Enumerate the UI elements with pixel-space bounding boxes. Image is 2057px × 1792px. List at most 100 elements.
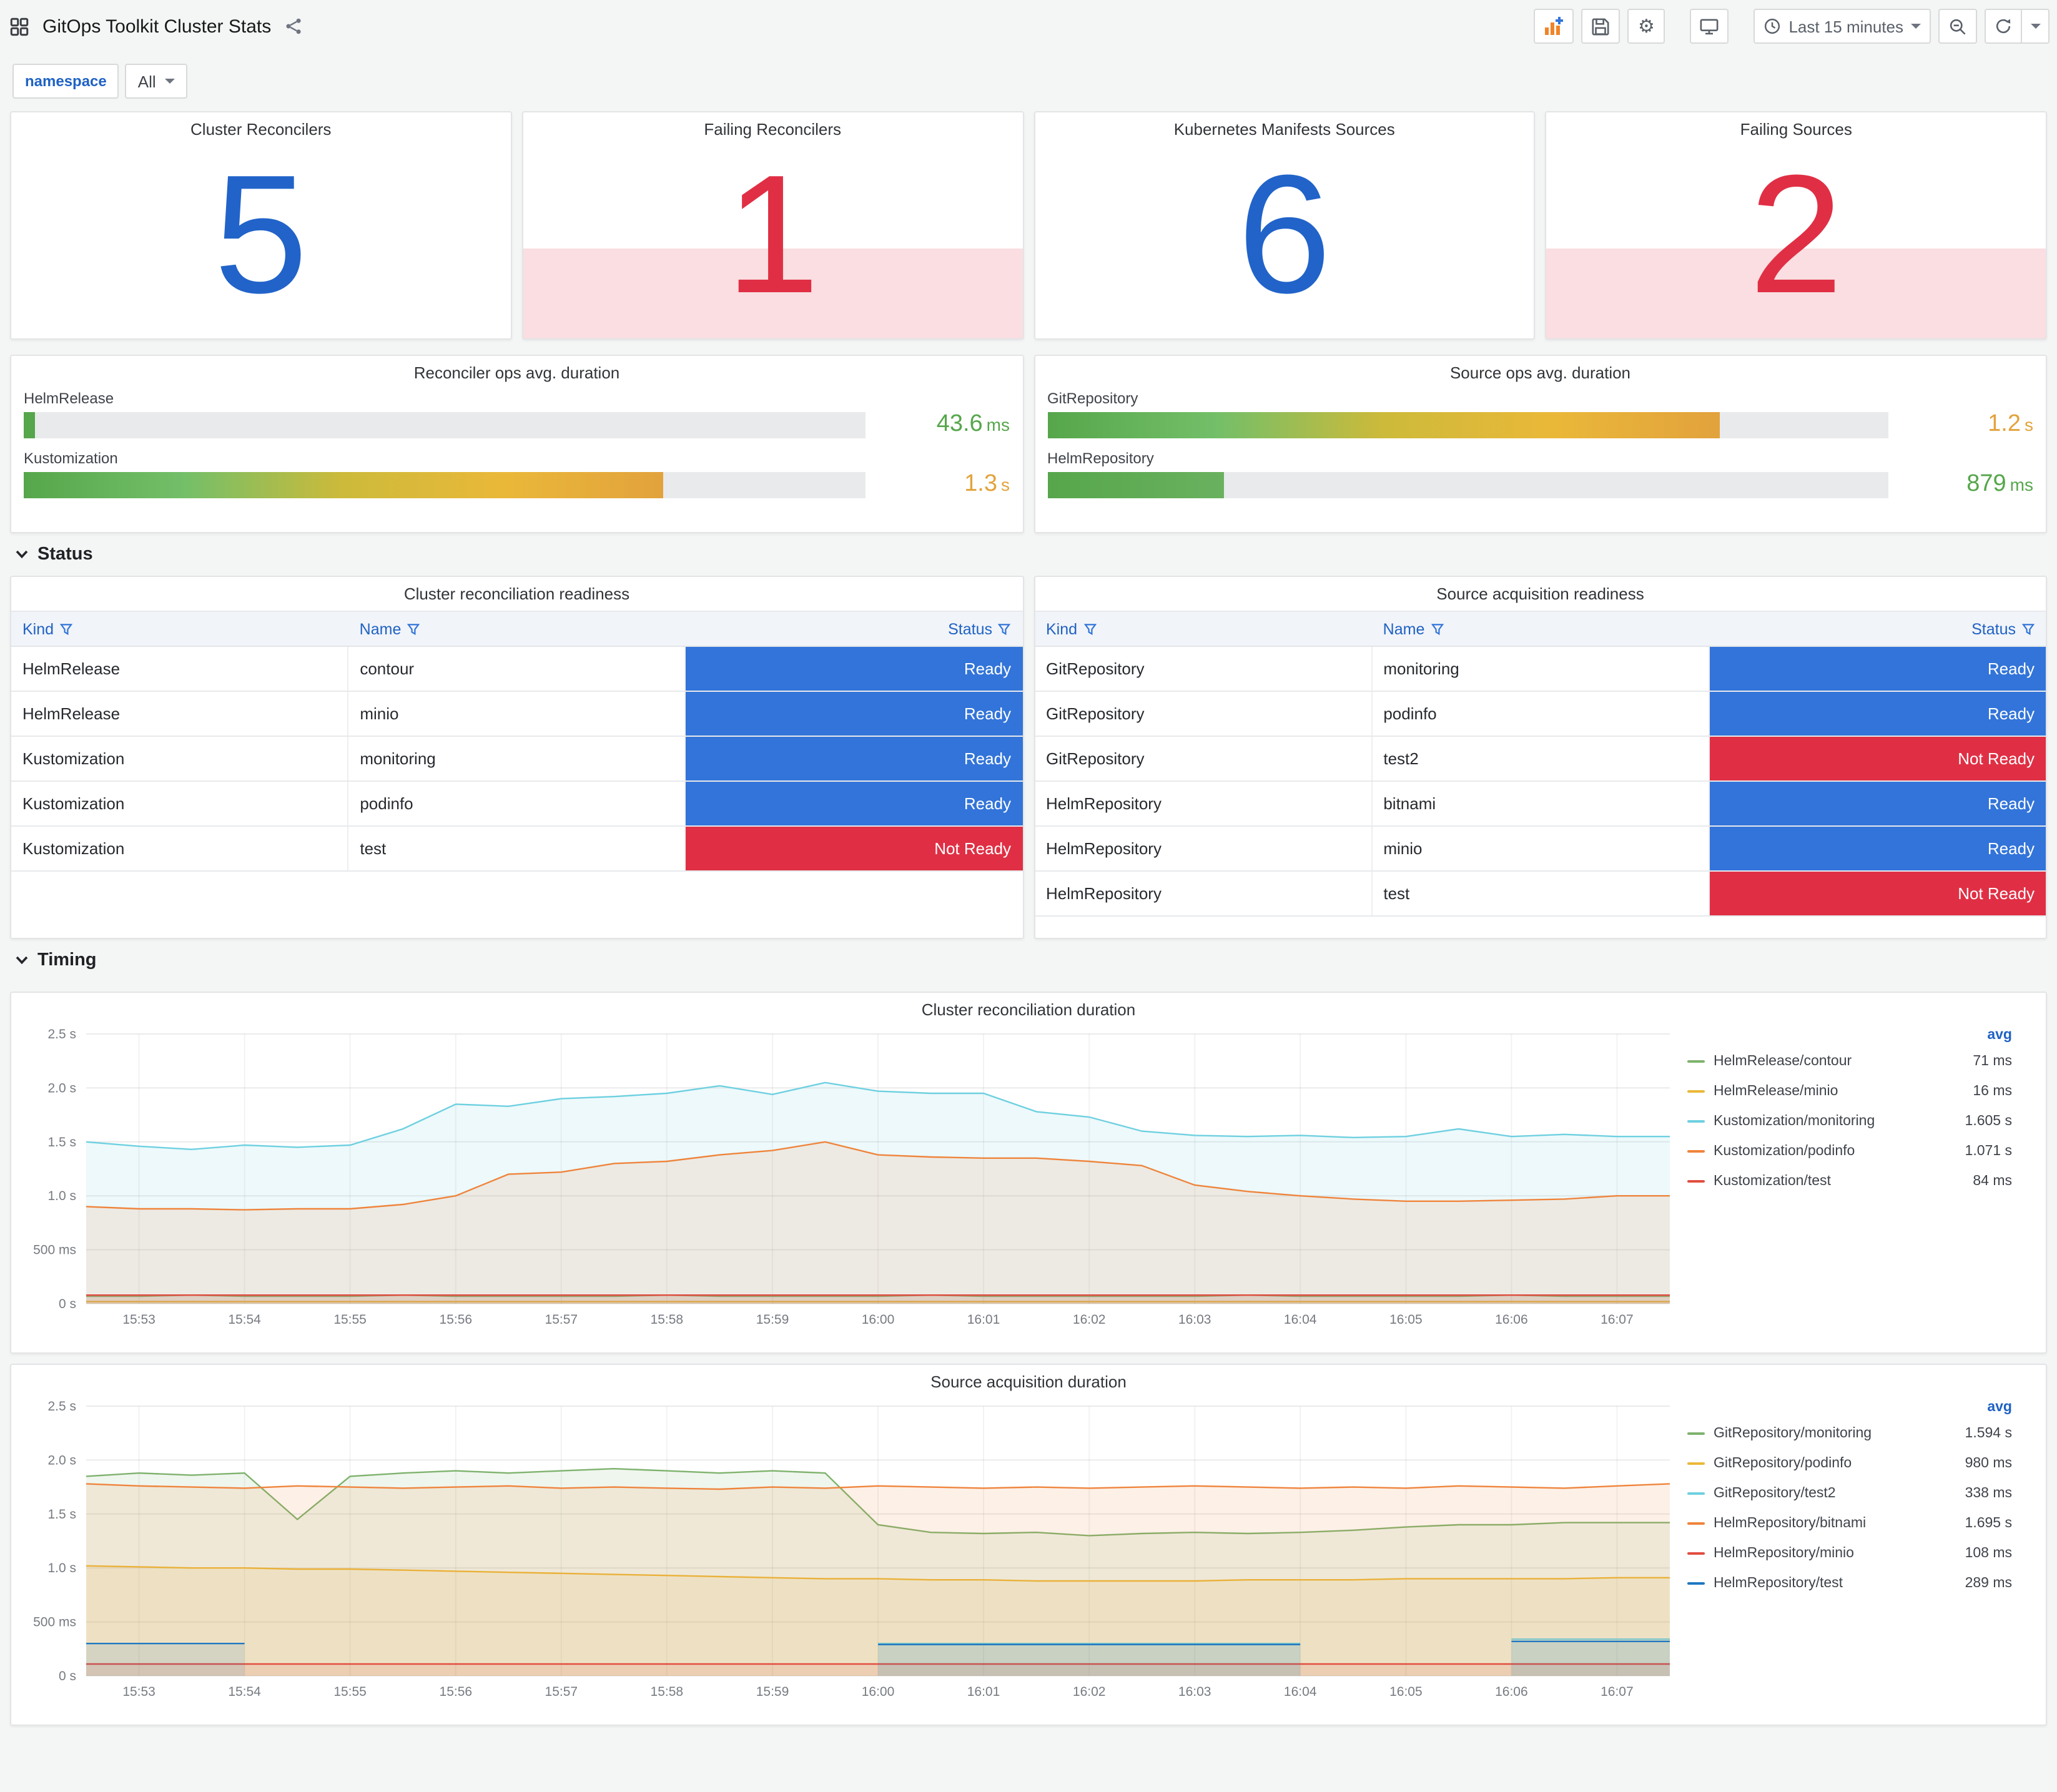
legend-item[interactable]: HelmRepository/minio 108 ms xyxy=(1687,1538,2015,1568)
column-header-name[interactable]: Name xyxy=(1372,620,1709,638)
legend-item[interactable]: GitRepository/podinfo 980 ms xyxy=(1687,1449,2015,1479)
filter-icon[interactable] xyxy=(998,623,1011,635)
status-cell: Ready xyxy=(1709,827,2046,870)
svg-text:1.0 s: 1.0 s xyxy=(47,1561,76,1575)
svg-text:500 ms: 500 ms xyxy=(33,1615,76,1630)
gauge-panel: Source ops avg. duration GitRepository 1… xyxy=(1033,355,2047,533)
series-avg-value: 1.605 s xyxy=(1965,1114,2012,1129)
zoom-out-icon xyxy=(1950,18,1966,34)
status-cell: Not Ready xyxy=(1709,737,2046,780)
row-toggle-status[interactable]: Status xyxy=(10,533,2047,576)
time-range-label: Last 15 minutes xyxy=(1788,17,1903,36)
legend-avg-header[interactable]: avg xyxy=(1687,1024,2015,1046)
share-icon[interactable] xyxy=(282,15,305,37)
legend-item[interactable]: Kustomization/podinfo 1.071 s xyxy=(1687,1136,2015,1166)
chevron-down-icon xyxy=(16,956,28,965)
cell-kind: GitRepository xyxy=(1035,692,1373,736)
series-name: HelmRelease/minio xyxy=(1714,1084,1838,1099)
svg-text:15:59: 15:59 xyxy=(756,1685,789,1699)
series-name: HelmRepository/bitnami xyxy=(1714,1516,1867,1531)
series-color-dash xyxy=(1687,1462,1705,1465)
charts-column: Cluster reconciliation duration 0 s 500 m… xyxy=(10,992,2047,1726)
svg-text:2.0 s: 2.0 s xyxy=(47,1453,76,1467)
gauge-fill xyxy=(24,411,36,438)
filter-icon[interactable] xyxy=(407,623,420,635)
series-color-dash xyxy=(1687,1432,1705,1435)
legend-item[interactable]: HelmRelease/contour 71 ms xyxy=(1687,1046,2015,1076)
series-name: HelmRelease/contour xyxy=(1714,1054,1852,1069)
status-cell: Ready xyxy=(1709,647,2046,691)
svg-text:15:56: 15:56 xyxy=(440,1685,473,1699)
tables-row: Cluster reconciliation readiness Kind Na… xyxy=(10,576,2047,939)
legend-item[interactable]: Kustomization/monitoring 1.605 s xyxy=(1687,1106,2015,1136)
gauge-panel-title[interactable]: Source ops avg. duration xyxy=(1035,356,2046,385)
stats-row: Cluster Reconcilers 5 Failing Reconciler… xyxy=(10,111,2047,340)
cell-name: minio xyxy=(348,692,686,736)
table-panel: Source acquisition readiness Kind Name S… xyxy=(1033,576,2047,939)
svg-text:15:58: 15:58 xyxy=(651,1685,684,1699)
series-name: Kustomization/test xyxy=(1714,1174,1831,1189)
svg-text:0 s: 0 s xyxy=(59,1297,76,1311)
variable-label-namespace[interactable]: namespace xyxy=(12,64,119,99)
cycle-view-mode-button[interactable] xyxy=(1690,9,1729,44)
stat-panel: Cluster Reconcilers 5 xyxy=(10,111,512,340)
svg-text:16:06: 16:06 xyxy=(1495,1312,1528,1327)
legend-item[interactable]: GitRepository/test2 338 ms xyxy=(1687,1479,2015,1509)
svg-text:16:06: 16:06 xyxy=(1495,1685,1528,1699)
chart-title[interactable]: Cluster reconciliation duration xyxy=(11,993,2046,1022)
table-panel-title[interactable]: Source acquisition readiness xyxy=(1035,577,2046,606)
refresh-icon xyxy=(1996,19,2011,34)
save-dashboard-button[interactable] xyxy=(1581,9,1620,44)
table-row: HelmRelease minio Ready xyxy=(11,692,1023,737)
svg-text:16:00: 16:00 xyxy=(862,1312,895,1327)
zoom-out-button[interactable] xyxy=(1938,9,1977,44)
svg-text:16:02: 16:02 xyxy=(1073,1685,1106,1699)
row-toggle-timing[interactable]: Timing xyxy=(10,939,2047,982)
svg-text:16:03: 16:03 xyxy=(1178,1685,1211,1699)
cell-name: monitoring xyxy=(348,737,686,780)
legend-avg-header[interactable]: avg xyxy=(1687,1396,2015,1419)
gauge-panel-title[interactable]: Reconciler ops avg. duration xyxy=(11,356,1022,385)
chart-title[interactable]: Source acquisition duration xyxy=(11,1365,2046,1394)
series-avg-value: 16 ms xyxy=(1973,1084,2012,1099)
svg-text:500 ms: 500 ms xyxy=(33,1243,76,1258)
filter-icon[interactable] xyxy=(60,623,73,635)
status-cell: Ready xyxy=(686,692,1023,736)
svg-text:15:53: 15:53 xyxy=(122,1685,155,1699)
time-range-picker[interactable]: Last 15 minutes xyxy=(1754,9,1931,44)
svg-text:0 s: 0 s xyxy=(59,1669,76,1683)
stat-value: 5 xyxy=(214,140,308,328)
legend-item[interactable]: GitRepository/monitoring 1.594 s xyxy=(1687,1419,2015,1449)
series-avg-value: 108 ms xyxy=(1965,1546,2012,1561)
series-color-dash xyxy=(1687,1492,1705,1495)
refresh-interval-dropdown[interactable] xyxy=(2022,9,2050,44)
legend-item[interactable]: HelmRepository/bitnami 1.695 s xyxy=(1687,1509,2015,1538)
svg-text:16:04: 16:04 xyxy=(1284,1685,1317,1699)
table-panel-title[interactable]: Cluster reconciliation readiness xyxy=(11,577,1022,606)
gauge-fill xyxy=(1047,471,1224,498)
apps-grid-icon[interactable] xyxy=(7,14,31,38)
column-header-kind[interactable]: Kind xyxy=(11,620,348,638)
time-series-plot[interactable]: 0 s 500 ms 1.0 s 1.5 s 2.0 s 2.5 s 15:53 15:54 1… xyxy=(21,1022,1687,1336)
gauge-track xyxy=(1047,411,1888,438)
refresh-button[interactable] xyxy=(1985,9,2022,44)
time-series-plot[interactable]: 0 s 500 ms 1.0 s 1.5 s 2.0 s 2.5 s 15:53 15:54 1… xyxy=(21,1394,1687,1708)
dashboard-settings-button[interactable]: ⚙ xyxy=(1627,9,1665,44)
legend-item[interactable]: HelmRepository/test 289 ms xyxy=(1687,1568,2015,1598)
filter-icon[interactable] xyxy=(1431,623,1444,635)
series-name: HelmRepository/test xyxy=(1714,1576,1843,1591)
filter-icon[interactable] xyxy=(2021,623,2035,635)
add-panel-button[interactable] xyxy=(1534,9,1574,44)
column-header-kind[interactable]: Kind xyxy=(1035,620,1372,638)
variable-value-dropdown[interactable]: All xyxy=(125,64,187,99)
legend-item[interactable]: Kustomization/test 84 ms xyxy=(1687,1166,2015,1196)
column-header-status[interactable]: Status xyxy=(1709,620,2046,638)
column-header-name[interactable]: Name xyxy=(348,620,686,638)
cell-name: test xyxy=(348,827,686,870)
legend-item[interactable]: HelmRelease/minio 16 ms xyxy=(1687,1076,2015,1106)
series-name: GitRepository/monitoring xyxy=(1714,1426,1872,1441)
series-avg-value: 289 ms xyxy=(1965,1576,2012,1591)
series-avg-value: 980 ms xyxy=(1965,1456,2012,1471)
column-header-status[interactable]: Status xyxy=(685,620,1022,638)
filter-icon[interactable] xyxy=(1083,623,1097,635)
